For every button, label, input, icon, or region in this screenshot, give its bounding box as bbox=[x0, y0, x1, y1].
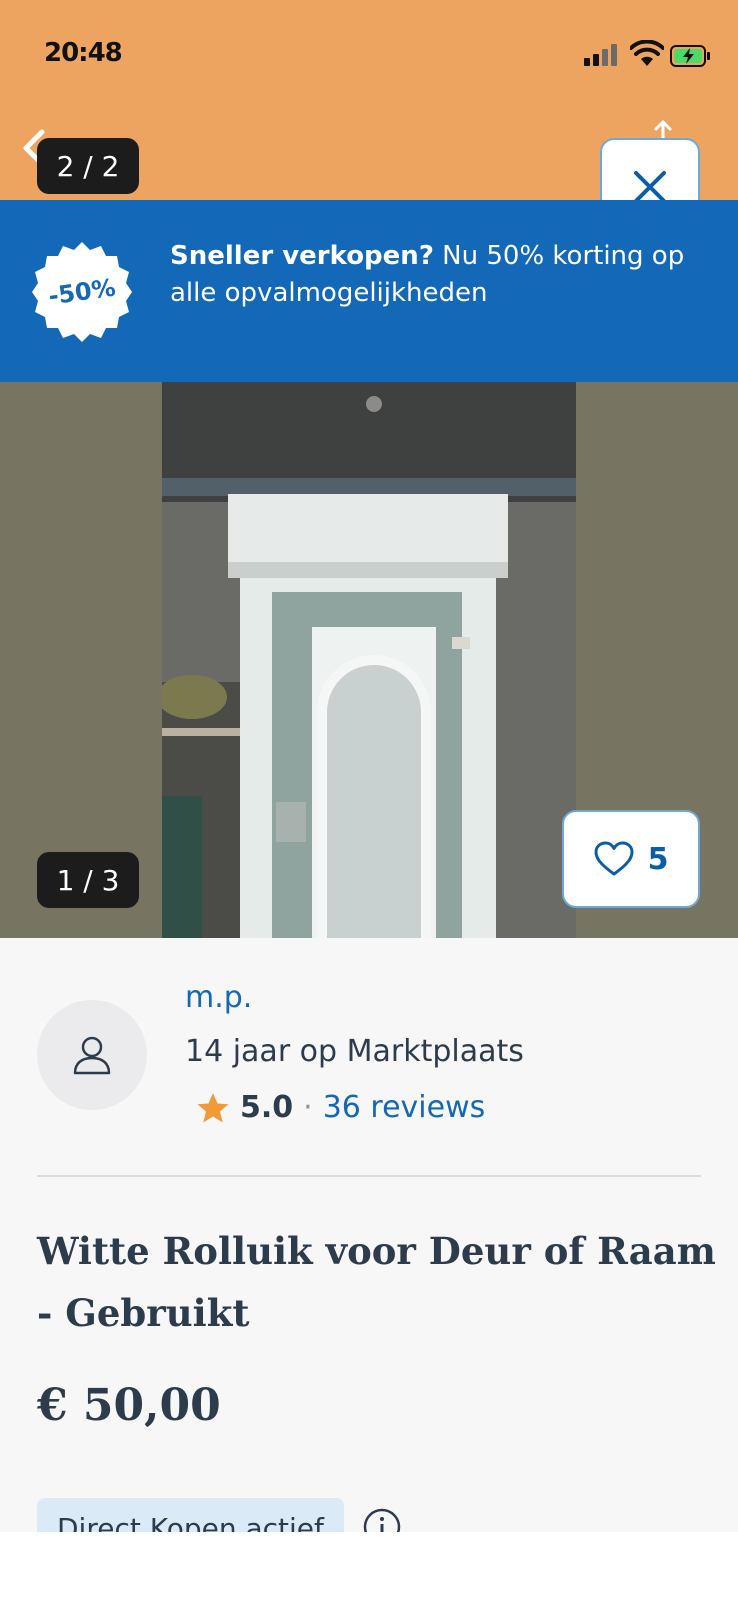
status-time: 20:48 bbox=[44, 38, 123, 68]
promo-text: Sneller verkopen? Nu 50% korting op alle… bbox=[170, 238, 690, 312]
promo-text-bold: Sneller verkopen? bbox=[170, 241, 434, 271]
battery-charging-icon bbox=[670, 45, 710, 67]
heart-icon bbox=[594, 841, 634, 876]
seller-rating: 5.0 · 36 reviews bbox=[196, 1090, 485, 1125]
star-icon bbox=[197, 1092, 229, 1122]
listing-photo-image bbox=[162, 382, 576, 938]
rating-score: 5.0 bbox=[240, 1090, 294, 1125]
bottom-overlay bbox=[0, 1532, 738, 1600]
rating-separator: · bbox=[303, 1090, 313, 1125]
listing-price: € 50,00 bbox=[37, 1380, 221, 1431]
gallery-counter-bottom: 1 / 3 bbox=[37, 852, 139, 908]
cellular-signal-icon bbox=[584, 44, 620, 66]
divider bbox=[37, 1175, 701, 1177]
share-icon[interactable] bbox=[648, 120, 678, 140]
discount-badge-label: -50% bbox=[46, 273, 118, 311]
favorite-button[interactable]: 5 bbox=[562, 810, 700, 908]
reviews-link[interactable]: 36 reviews bbox=[323, 1090, 486, 1125]
seller-info[interactable]: m.p. 14 jaar op Marktplaats 5.0 · 36 rev… bbox=[0, 938, 738, 1178]
avatar[interactable] bbox=[37, 1000, 147, 1110]
favorite-count: 5 bbox=[647, 841, 669, 877]
promo-banner[interactable]: -50% Sneller verkopen? Nu 50% korting op… bbox=[0, 200, 738, 382]
wifi-icon bbox=[630, 40, 664, 66]
user-icon bbox=[73, 1036, 111, 1075]
seller-name[interactable]: m.p. bbox=[185, 980, 252, 1015]
seller-membership: 14 jaar op Marktplaats bbox=[185, 1034, 524, 1069]
gallery-counter-top: 2 / 2 bbox=[37, 138, 139, 194]
listing-title: Witte Rolluik voor Deur of Raam - Gebrui… bbox=[37, 1229, 716, 1335]
